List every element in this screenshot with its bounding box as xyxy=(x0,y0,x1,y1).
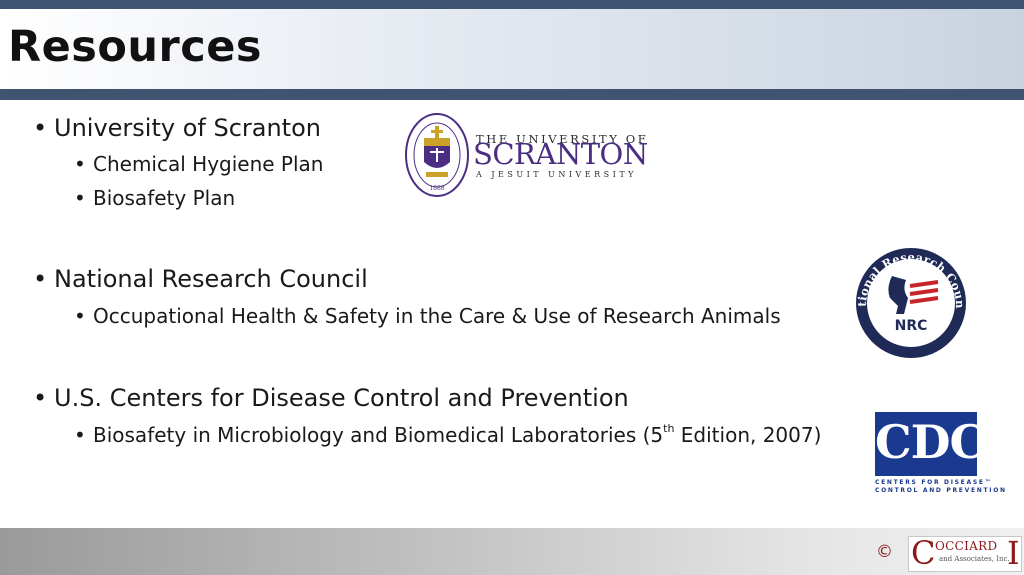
scranton-logo-line3: A JESUIT UNIVERSITY xyxy=(476,170,637,179)
cocciardi-logo-name: OCCIARD xyxy=(935,539,998,553)
cdc-logo-abbr: CDC xyxy=(875,415,986,469)
bmbl-ordinal-superscript: th xyxy=(663,422,675,435)
nrc-seal-icon: National Research Council NRC xyxy=(852,246,967,358)
bmbl-text-after: Edition, 2007) xyxy=(674,423,822,447)
bmbl-text-before: Biosafety in Microbiology and Biomedical… xyxy=(93,423,664,447)
list-item-biosafety-plan: Biosafety Plan xyxy=(74,186,235,210)
section-heading-scranton: University of Scranton xyxy=(33,114,321,142)
section-heading-cdc: U.S. Centers for Disease Control and Pre… xyxy=(33,384,629,412)
cdc-logo-sub2: CONTROL AND PREVENTION xyxy=(875,487,1007,494)
cdc-logo: CDC CENTERS FOR DISEASE™ CONTROL AND PRE… xyxy=(873,410,1007,494)
section-heading-nrc: National Research Council xyxy=(33,265,368,293)
cocciardi-logo-i: I xyxy=(1007,534,1020,572)
cdc-logo-sub1: CENTERS FOR DISEASE™ xyxy=(875,479,993,486)
scranton-logo: 1888 THE UNIVERSITY OF SCRANTON A JESUIT… xyxy=(404,112,648,202)
cocciardi-logo-c: C xyxy=(911,534,936,572)
cocciardi-logo-sub: and Associates, Inc. xyxy=(939,555,1010,563)
scranton-seal-icon: 1888 xyxy=(405,113,469,197)
footer-band xyxy=(0,528,1024,575)
slide-title: Resources xyxy=(8,22,262,72)
nrc-abbr: NRC xyxy=(895,318,928,334)
scranton-logo-line2: SCRANTON xyxy=(473,137,648,171)
top-accent-bar xyxy=(0,0,1024,9)
copyright-symbol: © xyxy=(876,542,893,562)
list-item-bmbl: Biosafety in Microbiology and Biomedical… xyxy=(74,422,822,447)
cocciardi-logo: C OCCIARD I and Associates, Inc. xyxy=(908,534,1022,572)
list-item-chemical-hygiene-plan: Chemical Hygiene Plan xyxy=(74,152,324,176)
title-rule xyxy=(0,89,1024,100)
list-item-occupational-health: Occupational Health & Safety in the Care… xyxy=(74,304,781,328)
scranton-seal-year: 1888 xyxy=(429,185,444,192)
